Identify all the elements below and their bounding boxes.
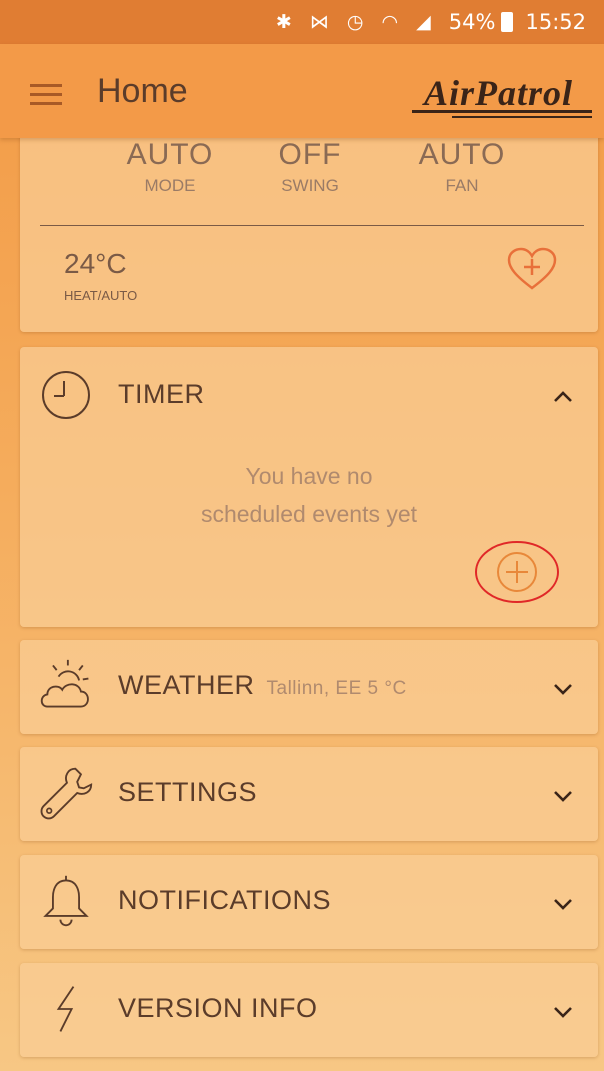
timer-title[interactable]: TIMER (118, 379, 205, 410)
swing-control[interactable]: OFF SWING (230, 138, 390, 196)
divider (40, 225, 584, 226)
timer-empty-message: You have no scheduled events yet (20, 457, 598, 533)
logo-underline-short (452, 116, 592, 118)
settings-title: SETTINGS (118, 777, 258, 807)
bell-icon (43, 875, 89, 927)
fan-label: FAN (445, 176, 479, 195)
chevron-down-icon[interactable] (552, 789, 574, 803)
status-time: 15:52 (525, 10, 586, 34)
swing-value: OFF (278, 138, 342, 171)
wrench-icon (40, 767, 93, 820)
temperature-mode: HEAT/AUTO (64, 288, 138, 303)
weather-title: WEATHER Tallinn, EE 5 °C (118, 670, 407, 701)
logo-underline (412, 110, 592, 113)
swing-label: SWING (281, 176, 339, 195)
notifications-title: NOTIFICATIONS (118, 885, 331, 915)
weather-card[interactable]: WEATHER Tallinn, EE 5 °C (20, 640, 598, 734)
sun-cloud-icon (40, 659, 89, 708)
mode-row: AUTO MODE OFF SWING AUTO FAN (20, 138, 598, 218)
empty-line-1: You have no (245, 463, 373, 489)
weather-location: Tallinn, EE 5 °C (266, 678, 407, 699)
mode-control[interactable]: AUTO MODE (90, 138, 250, 196)
status-icons: ✱ ⋈ ◷ ◠ ◢ (275, 11, 437, 33)
empty-line-2: scheduled events yet (200, 501, 418, 527)
battery-icon (501, 12, 514, 32)
app-bar: Home AirPatrol (0, 44, 604, 138)
weather-label: WEATHER (118, 670, 255, 700)
chevron-down-icon[interactable] (552, 897, 574, 911)
add-favorite-heart-icon[interactable] (506, 246, 558, 292)
clock-icon (42, 371, 90, 419)
temperature-value[interactable]: 24°C (64, 248, 127, 280)
lightning-icon (56, 986, 75, 1032)
battery-percent: 54% (448, 10, 496, 34)
notifications-card[interactable]: NOTIFICATIONS (20, 855, 598, 949)
add-event-button[interactable] (474, 540, 560, 604)
chevron-down-icon[interactable] (552, 682, 574, 696)
fan-control[interactable]: AUTO FAN (382, 138, 542, 196)
version-info-card[interactable]: VERSION INFO (20, 963, 598, 1057)
climate-card: AUTO MODE OFF SWING AUTO FAN 24°C HEAT/A… (20, 120, 598, 332)
airpatrol-logo: AirPatrol (412, 70, 592, 124)
logo-text: AirPatrol (424, 73, 574, 113)
settings-card[interactable]: SETTINGS (20, 747, 598, 841)
chevron-up-icon[interactable] (552, 389, 574, 403)
timer-card: TIMER You have no scheduled events yet (20, 347, 598, 627)
chevron-down-icon[interactable] (552, 1005, 574, 1019)
version-info-title: VERSION INFO (118, 993, 318, 1023)
hamburger-menu-icon[interactable] (30, 84, 62, 106)
status-bar: ✱ ⋈ ◷ ◠ ◢ 54% 15:52 (0, 0, 604, 44)
fan-value: AUTO (418, 138, 506, 171)
page-title: Home (97, 72, 188, 110)
mode-value: AUTO (126, 138, 214, 171)
mode-label: MODE (144, 176, 196, 195)
